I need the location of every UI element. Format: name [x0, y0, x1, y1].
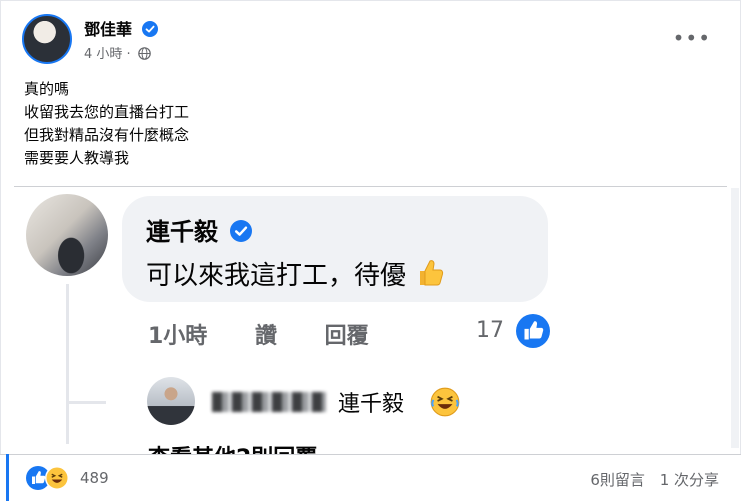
- post-meta: 4 小時 ·: [84, 43, 151, 62]
- comments-count-link[interactable]: 6則留言: [590, 471, 645, 489]
- comment-author-label[interactable]: 連千毅: [146, 218, 218, 246]
- reaction-icons[interactable]: [26, 466, 74, 490]
- comment-text-label: 可以來我這打工，待優: [146, 261, 407, 291]
- post-line: 需要要人教導我: [24, 149, 130, 167]
- thumbs-up-emoji-icon: [420, 260, 444, 286]
- reply-comment-button[interactable]: 回覆: [325, 324, 369, 349]
- post-line: 收留我去您的直播台打工: [24, 103, 190, 121]
- post-line: 但我對精品沒有什麼概念: [24, 126, 190, 144]
- comment-text: 可以來我這打工，待優: [146, 255, 446, 292]
- reply-author-name-redacted[interactable]: [212, 392, 326, 412]
- shares-count-link[interactable]: 1 次分享: [660, 471, 719, 489]
- reaction-total[interactable]: 489: [80, 469, 109, 487]
- like-comment-button[interactable]: 讚: [255, 324, 277, 349]
- verified-badge-icon: [230, 220, 253, 242]
- post-line: 真的嗎: [24, 80, 70, 98]
- footer-accent-bar: [6, 454, 9, 501]
- more-options-button[interactable]: •••: [673, 26, 711, 50]
- comment-author-name[interactable]: 連千毅: [146, 212, 253, 247]
- comment-author-avatar[interactable]: [26, 194, 108, 276]
- thread-line: [66, 284, 69, 444]
- comment-timestamp[interactable]: 1小時: [148, 324, 207, 349]
- reply-mention[interactable]: 連千毅: [338, 386, 404, 418]
- thread-connector: [66, 401, 106, 404]
- reply-author-avatar[interactable]: [147, 377, 195, 425]
- post-timestamp[interactable]: 4 小時: [84, 47, 122, 62]
- comment-actions: 1小時 讚 回覆: [148, 318, 409, 350]
- scrollbar-track[interactable]: [731, 188, 739, 448]
- post-author-label[interactable]: 鄧佳華: [84, 20, 132, 39]
- post-stats: 6則留言 1 次分享: [590, 469, 719, 490]
- section-divider: [14, 186, 727, 187]
- haha-reaction-icon: [45, 466, 69, 490]
- view-more-replies-link[interactable]: 查看其他2則回覆: [148, 440, 317, 454]
- globe-icon[interactable]: [138, 47, 151, 60]
- post-body: 真的嗎 收留我去您的直播台打工 但我對精品沒有什麼概念 需要要人教導我: [24, 78, 189, 170]
- post-author-name[interactable]: 鄧佳華: [84, 16, 158, 40]
- post-author-avatar[interactable]: [22, 14, 72, 64]
- like-reaction-icon[interactable]: [516, 314, 550, 348]
- comment-reaction-count[interactable]: 17: [476, 318, 504, 343]
- meta-separator: ·: [126, 47, 131, 62]
- laughing-emoji-icon: [430, 387, 460, 417]
- verified-badge-icon: [141, 21, 158, 37]
